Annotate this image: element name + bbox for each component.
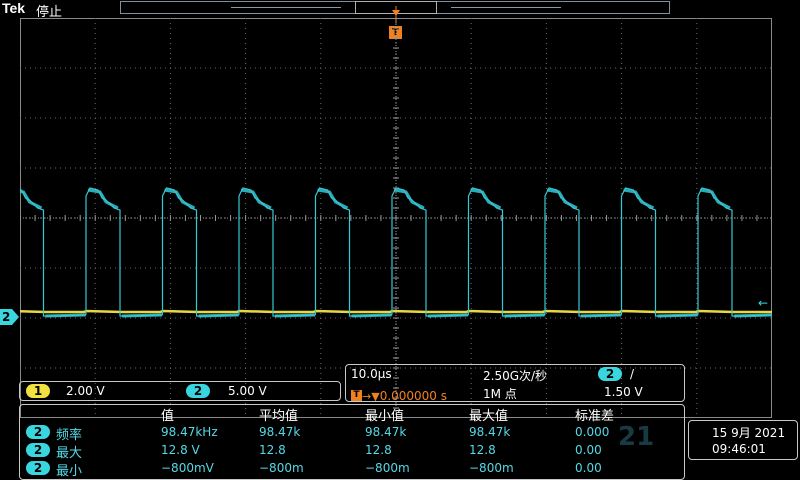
meas-channel-badge: 2 (26, 425, 50, 439)
sample-rate: 2.50G次/秒 (483, 369, 548, 383)
channel-scale-panel: 1 2.00 V 2 5.00 V (19, 381, 341, 401)
waveform-graticule (20, 18, 772, 418)
meas-std: 0.00 (575, 443, 602, 457)
ch2-badge[interactable]: 2 (186, 384, 210, 398)
table-row[interactable]: 2 最小 −800mV −800m −800m −800m 0.00 (20, 460, 684, 479)
meas-std: 0.000 (575, 425, 610, 439)
table-row[interactable]: 2 最大 12.8 V 12.8 12.8 12.8 0.00 (20, 442, 684, 461)
meas-min: 12.8 (365, 443, 392, 457)
time-display: 09:46:01 (712, 442, 766, 456)
meas-min: −800m (365, 461, 410, 475)
meas-min: 98.47k (365, 425, 407, 439)
trigger-slope-icon: / (630, 367, 635, 381)
meas-channel-badge: 2 (26, 443, 50, 457)
ch2-ground-marker[interactable]: 2 (0, 309, 19, 325)
trigger-position-row: T →▼0.000000 s (351, 385, 447, 404)
ch1-waveform (20, 309, 772, 314)
trigger-level-arrow-icon[interactable]: ← (758, 296, 768, 310)
meas-channel-badge: 2 (26, 461, 50, 475)
measurement-panel: 值 平均值 最小值 最大值 标准差 2 频率 98.47kHz 98.47k 9… (19, 404, 685, 480)
meas-value: −800mV (161, 461, 214, 475)
table-row[interactable]: 2 频率 98.47kHz 98.47k 98.47k 98.47k 0.000 (20, 424, 684, 443)
meas-value: 12.8 V (161, 443, 200, 457)
meas-header-std: 标准差 (575, 409, 615, 424)
watermark-logo: 21 (618, 422, 655, 452)
record-view-line (451, 7, 561, 8)
meas-max: 98.47k (469, 425, 511, 439)
brand-logo: Tek (2, 0, 26, 16)
timebase-panel: 10.0μs 2.50G次/秒 2 / T →▼0.000000 s 1M 点 1… (345, 364, 685, 404)
ch1-badge[interactable]: 1 (26, 384, 50, 398)
arrow-icon: →▼ (362, 390, 380, 403)
datetime-panel: 15 9月 2021 09:46:01 (688, 420, 798, 460)
meas-value: 98.47kHz (161, 425, 218, 439)
meas-mean: −800m (259, 461, 304, 475)
ch2-scale: 5.00 V (228, 384, 267, 398)
horizontal-scale[interactable]: 10.0μs (351, 367, 392, 381)
date-display: 15 9月 2021 (712, 426, 786, 440)
meas-mean: 12.8 (259, 443, 286, 457)
trigger-icon: T (351, 390, 362, 401)
meas-header-mean: 平均值 (259, 409, 299, 424)
meas-header-min: 最小值 (365, 409, 405, 424)
ch1-scale: 2.00 V (66, 384, 105, 398)
meas-max: 12.8 (469, 443, 496, 457)
record-length: 1M 点 (483, 387, 517, 401)
meas-std: 0.00 (575, 461, 602, 475)
graticule-grid (20, 18, 772, 418)
trigger-source-badge[interactable]: 2 (598, 367, 622, 381)
trigger-level[interactable]: 1.50 V (604, 385, 643, 399)
ch2-marker-label: 2 (2, 310, 11, 324)
meas-name: 最小 (56, 464, 83, 479)
meas-mean: 98.47k (259, 425, 301, 439)
meas-name: 频率 (56, 428, 83, 443)
horizontal-position[interactable]: 0.000000 s (380, 389, 447, 403)
meas-header-max: 最大值 (469, 409, 509, 424)
meas-max: −800m (469, 461, 514, 475)
record-view-line (231, 7, 341, 8)
meas-header-value: 值 (161, 409, 175, 424)
meas-name: 最大 (56, 446, 83, 461)
